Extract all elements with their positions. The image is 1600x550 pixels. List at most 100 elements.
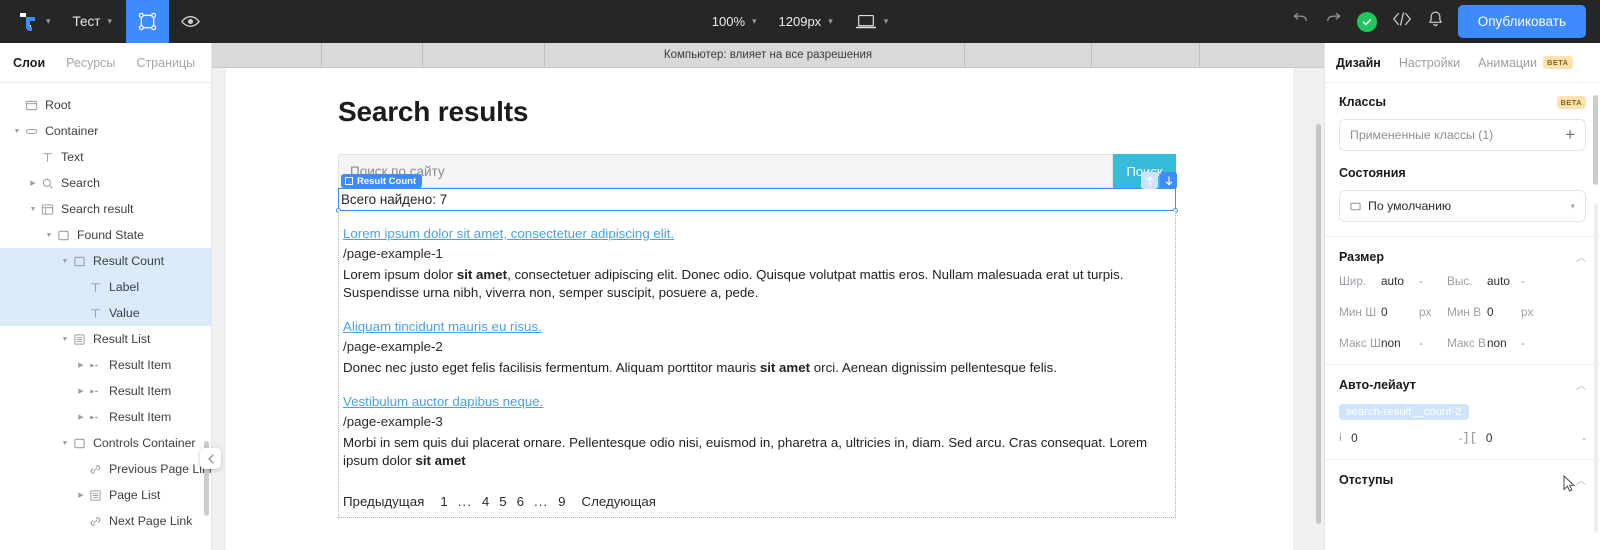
layer-node-result-list[interactable]: ▼ Result List — [0, 326, 211, 352]
result-item-title-link[interactable]: Vestibulum auctor dapibus neque. — [343, 393, 1169, 410]
logo-menu-button[interactable]: ▾ — [0, 0, 59, 43]
publish-button[interactable]: Опубликовать — [1457, 5, 1586, 38]
caret-down-icon[interactable]: ▼ — [59, 258, 71, 265]
result-item[interactable]: Aliquam tincidunt mauris eu risus. /page-… — [339, 312, 1175, 387]
page-canvas[interactable]: Search results Поиск по сайту Поиск Resu… — [226, 68, 1293, 550]
tab-resources[interactable]: Ресурсы — [66, 56, 126, 70]
chevron-down-icon: ▾ — [752, 16, 757, 26]
pagination-page[interactable]: 6 — [517, 494, 524, 509]
result-item-title-link[interactable]: Lorem ipsum dolor sit amet, consectetuer… — [343, 225, 1169, 242]
layer-node-text[interactable]: Text — [0, 144, 211, 170]
bell-icon[interactable] — [1427, 10, 1444, 33]
gap-horizontal-field[interactable]: ⟊ 0 - — [1339, 431, 1463, 445]
caret-right-icon[interactable]: ▶ — [75, 387, 87, 395]
chevron-up-icon[interactable]: ︿ — [1576, 472, 1586, 487]
layer-node-root[interactable]: Root — [0, 92, 211, 118]
preview-button[interactable] — [169, 0, 212, 43]
arrow-up-icon — [1146, 176, 1153, 186]
device-selector[interactable]: ▾ — [855, 14, 888, 30]
caret-right-icon[interactable]: ▶ — [27, 179, 39, 187]
taptop-logo-icon — [14, 9, 40, 35]
autolayout-section-header[interactable]: Авто-лейаут ︿ — [1339, 377, 1586, 393]
laptop-icon — [855, 14, 876, 28]
breakpoint-ruler[interactable]: Компьютер: влияет на все разрешения — [212, 43, 1324, 68]
undo-arrow-icon[interactable] — [1291, 12, 1310, 31]
result-count-selection[interactable]: Result Count Всего найдено: 7 — [336, 172, 1178, 213]
layer-node-result-count[interactable]: ▼ Result Count — [0, 248, 211, 274]
layer-node-page-list[interactable]: ▶ Page List — [0, 482, 211, 508]
viewport-width-selector[interactable]: 1209px ▾ — [779, 14, 833, 29]
search-input[interactable]: Поиск по сайту — [338, 154, 1113, 188]
size-value[interactable]: 0 — [1381, 305, 1419, 319]
size-section-header[interactable]: Размер ︿ — [1339, 249, 1586, 265]
code-brackets-icon[interactable] — [1391, 11, 1413, 32]
layer-node-found-state[interactable]: ▼ Found State — [0, 222, 211, 248]
search-icon — [39, 177, 56, 190]
gap-horizontal-icon: ⟊ — [1339, 431, 1343, 445]
inspector-scrollbar[interactable] — [1593, 95, 1598, 185]
pagination-page[interactable]: 1 — [440, 494, 447, 509]
layer-node-result-item[interactable]: ▶ Result Item — [0, 378, 211, 404]
result-item[interactable]: Vestibulum auctor dapibus neque. /page-ex… — [339, 387, 1175, 480]
tab-pages[interactable]: Страницы — [136, 56, 206, 70]
caret-right-icon[interactable]: ▶ — [75, 491, 87, 499]
move-down-button[interactable] — [1160, 172, 1177, 189]
size-value[interactable]: non — [1487, 336, 1521, 350]
layer-node-previous-page-link[interactable]: Previous Page Link — [0, 456, 211, 482]
pagination-page[interactable]: 9 — [558, 494, 565, 509]
size-value[interactable]: 0 — [1487, 305, 1521, 319]
autolayout-class-pill[interactable]: search-result__count-2 — [1339, 404, 1469, 420]
layer-node-search[interactable]: ▶ Search — [0, 170, 211, 196]
layer-node-result-item[interactable]: ▶ Result Item — [0, 352, 211, 378]
applied-classes-field[interactable]: Примененные классы (1) + — [1339, 119, 1586, 151]
layer-node-search-result[interactable]: ▼ Search result — [0, 196, 211, 222]
inspector-scroll-track[interactable] — [1594, 203, 1598, 533]
layer-node-result-item[interactable]: ▶ Result Item — [0, 404, 211, 430]
layer-node-controls-container[interactable]: ▼ Controls Container — [0, 430, 211, 456]
redo-arrow-icon[interactable] — [1324, 12, 1343, 31]
search-icon — [42, 178, 53, 189]
text-icon — [91, 308, 100, 318]
move-up-button[interactable] — [1141, 172, 1158, 189]
chevron-up-icon[interactable]: ︿ — [1576, 377, 1586, 392]
classes-beta-badge: BETA — [1556, 95, 1586, 109]
tab-layers[interactable]: Слои — [13, 56, 56, 70]
caret-down-icon[interactable]: ▼ — [59, 440, 71, 447]
caret-right-icon[interactable]: ▶ — [75, 361, 87, 369]
selection-badge[interactable]: Result Count — [341, 174, 423, 188]
zoom-selector[interactable]: 100% ▾ — [712, 14, 757, 29]
result-item[interactable]: Lorem ipsum dolor sit amet, consectetuer… — [339, 219, 1175, 312]
caret-down-icon[interactable]: ▼ — [27, 206, 39, 213]
plus-icon[interactable]: + — [1565, 125, 1575, 145]
item-icon — [89, 415, 100, 419]
pagination-previous[interactable]: Предыдущая — [343, 494, 424, 509]
layer-node-label[interactable]: Label — [0, 274, 211, 300]
tab-animations[interactable]: Анимации — [1478, 56, 1537, 70]
layer-node-value[interactable]: Value — [0, 300, 211, 326]
size-value[interactable]: non — [1381, 336, 1419, 350]
collapse-panel-button[interactable] — [200, 448, 221, 469]
autolayout-section: Авто-лейаут ︿ search-result__count-2 ⟊ 0… — [1325, 365, 1600, 460]
select-tool-button[interactable] — [126, 0, 169, 43]
chevron-up-icon[interactable]: ︿ — [1576, 249, 1586, 264]
caret-right-icon[interactable]: ▶ — [75, 413, 87, 421]
size-value[interactable]: auto — [1487, 274, 1521, 288]
caret-down-icon[interactable]: ▼ — [43, 232, 55, 239]
layer-node-next-page-link[interactable]: Next Page Link — [0, 508, 211, 534]
state-selector[interactable]: По умолчанию ▾ — [1339, 190, 1586, 222]
canvas-scrollbar[interactable] — [1316, 124, 1321, 524]
layer-node-container[interactable]: ▼ Container — [0, 118, 211, 144]
tab-design[interactable]: Дизайн — [1336, 56, 1381, 70]
tab-settings[interactable]: Настройки — [1399, 56, 1460, 70]
spacing-section-header[interactable]: Отступы ︿ — [1339, 472, 1586, 488]
check-circle-icon[interactable] — [1356, 11, 1377, 32]
gap-vertical-field[interactable]: ][ 0 - — [1463, 431, 1587, 445]
caret-down-icon[interactable]: ▼ — [59, 336, 71, 343]
caret-down-icon[interactable]: ▼ — [11, 128, 23, 135]
project-selector[interactable]: Тест ▾ — [59, 0, 126, 43]
pagination-page[interactable]: 5 — [499, 494, 506, 509]
pagination-page[interactable]: 4 — [482, 494, 489, 509]
pagination-next[interactable]: Следующая — [582, 494, 656, 509]
result-item-title-link[interactable]: Aliquam tincidunt mauris eu risus. — [343, 318, 1169, 335]
size-value[interactable]: auto — [1381, 274, 1419, 288]
